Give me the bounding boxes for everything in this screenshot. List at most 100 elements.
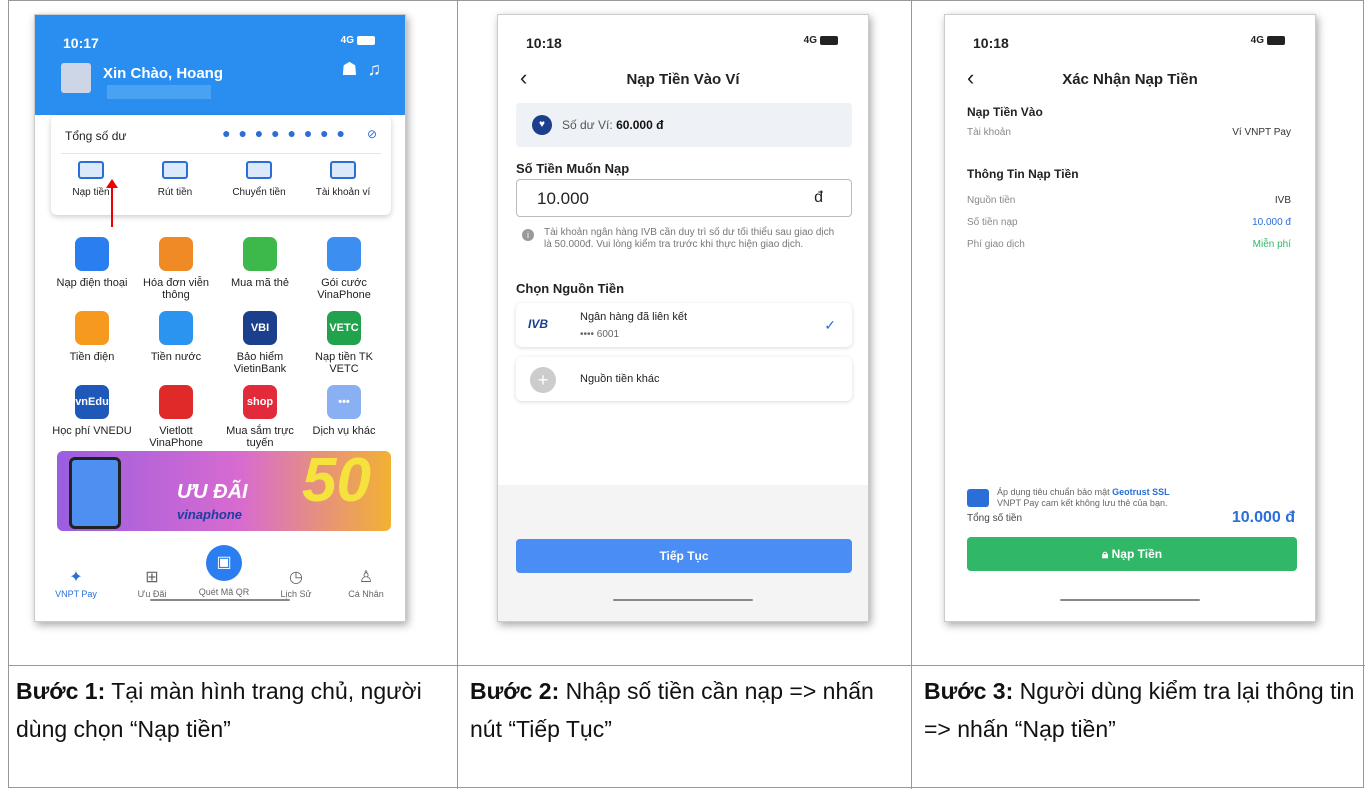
red-arrow-annotation: [106, 179, 118, 227]
service-label: Gói cước VinaPhone: [317, 277, 371, 301]
service-item[interactable]: Nạp điện thoại: [51, 237, 133, 289]
tab-label: Lịch Sử: [280, 589, 312, 599]
source-linked-bank[interactable]: IVB Ngân hàng đã liên kết •••• 6001 ✓: [516, 303, 852, 347]
amount-input[interactable]: 10.000 đ: [516, 179, 852, 217]
step-label: Bước 2:: [470, 678, 560, 704]
service-item[interactable]: Tiền nước: [135, 311, 217, 363]
service-item[interactable]: shop Mua sắm trực tuyến: [219, 385, 301, 449]
to-heading: Nạp Tiền Vào: [967, 105, 1043, 119]
tab-label: Quét Mã QR: [198, 587, 250, 597]
home-screen: 10:17 4G Xin Chào, Hoang ☗ ♫ Tổng số dư …: [34, 14, 406, 622]
service-item[interactable]: VBI Bảo hiểm VietinBank: [219, 311, 301, 375]
tab-vnpt-pay[interactable]: ✦ VNPT Pay: [41, 567, 111, 599]
tab-qr[interactable]: .Quét Mã QR: [189, 567, 259, 597]
service-item[interactable]: Hóa đơn viễn thông: [135, 237, 217, 301]
checkmark-icon: ✓: [824, 317, 836, 333]
service-label: Mua sắm trực tuyến: [226, 425, 294, 449]
tab-history[interactable]: ◷ Lịch Sử: [261, 567, 331, 599]
greeting-text: Xin Chào, Hoang: [103, 65, 223, 82]
total-row: Tổng số tiền 10.000 đ: [967, 509, 1295, 526]
quick-action-wallet-account[interactable]: Tài khoản ví: [303, 161, 383, 198]
quick-action-label: Rút tiền: [157, 187, 193, 198]
ssl-text: Áp dụng tiêu chuẩn bảo mật: [997, 487, 1113, 497]
account-row: Tài khoản Ví VNPT Pay: [967, 127, 1291, 138]
service-label: Nạp tiền TK VETC: [315, 351, 373, 375]
deposit-button[interactable]: 🔒︎ Nạp Tiền: [967, 537, 1297, 571]
wallet-balance-value: 60.000 đ: [616, 118, 664, 132]
row-label: Nguồn tiền: [967, 195, 1016, 206]
service-item[interactable]: VETC Nạp tiền TK VETC: [303, 311, 385, 375]
step-label: Bước 3:: [924, 678, 1014, 704]
network-type: 4G: [340, 35, 354, 46]
quick-action-label: Chuyển tiền: [232, 187, 286, 198]
service-label: Mua mã thẻ: [230, 277, 290, 289]
service-item[interactable]: Gói cước VinaPhone: [303, 237, 385, 301]
battery-icon: [357, 35, 375, 45]
service-label: Nạp điện thoại: [56, 277, 128, 289]
quick-action-label: Nạp tiền: [72, 187, 110, 198]
ivb-logo: IVB: [528, 317, 549, 331]
service-item[interactable]: ••• Dịch vụ khác: [303, 385, 385, 437]
service-label: Dịch vụ khác: [312, 425, 376, 437]
withdraw-icon: [162, 161, 188, 179]
service-item[interactable]: Vietlott VinaPhone: [135, 385, 217, 449]
quick-action-withdraw[interactable]: Rút tiền: [135, 161, 215, 198]
avatar[interactable]: [61, 63, 91, 93]
quick-action-deposit[interactable]: Nạp tiền: [51, 161, 131, 198]
balance-card: Tổng số dư ● ● ● ● ● ● ● ● ⊘ Nạp tiền Rú…: [51, 115, 391, 215]
service-item[interactable]: Mua mã thẻ: [219, 237, 301, 289]
row-label: Tài khoản: [967, 127, 1011, 138]
source-other[interactable]: + Nguồn tiền khác: [516, 357, 852, 401]
bell-icon[interactable]: ♫: [368, 59, 382, 79]
deposit-button-label: Nạp Tiền: [1111, 547, 1163, 561]
electricity-icon: [75, 311, 109, 345]
shop-icon: shop: [243, 385, 277, 419]
caption-step-3: Bước 3: Người dùng kiểm tra lại thông ti…: [924, 672, 1360, 748]
status-bar: 10:18 4G: [498, 15, 868, 55]
service-item[interactable]: Tiền điện: [51, 311, 133, 363]
continue-button[interactable]: Tiếp Tục: [516, 539, 852, 573]
vinaphone-icon: [327, 237, 361, 271]
more-services-icon: •••: [327, 385, 361, 419]
phone-topup-icon: [75, 237, 109, 271]
tab-profile[interactable]: ♙ Cá Nhân: [331, 567, 401, 599]
wallet-heart-icon: ♥: [532, 115, 552, 135]
service-label: Bảo hiểm VietinBank: [233, 351, 287, 375]
row-value: 10.000 đ: [1252, 217, 1291, 228]
page-title: Xác Nhận Nạp Tiền: [1062, 71, 1198, 88]
tab-offers[interactable]: ⊞ Ưu Đãi: [117, 567, 187, 599]
wallet-label: Số dư Ví:: [562, 118, 617, 132]
total-value: 10.000 đ: [1231, 509, 1295, 526]
members-icon[interactable]: ☗: [341, 59, 357, 79]
bottom-tab-bar: ✦VNPT Pay ⊞Ưu Đãi ▣ .Quét Mã QR ◷Lịch Sử…: [35, 545, 405, 599]
info-heading: Thông Tin Nạp Tiền: [967, 167, 1079, 181]
vbi-insurance-icon: VBI: [243, 311, 277, 345]
signal-indicator: 4G: [341, 35, 375, 46]
row-value: Miễn phí: [1252, 239, 1291, 250]
plus-icon: +: [530, 367, 556, 393]
source-account: •••• 6001: [580, 329, 620, 340]
confirm-screen: 10:18 4G ‹ Xác Nhận Nạp Tiền Nạp Tiền Và…: [944, 14, 1316, 622]
ssl-notice: Áp dụng tiêu chuẩn bảo mật Geotrust SSL …: [967, 487, 1287, 509]
tab-label: Ưu Đãi: [137, 589, 167, 599]
row-value: IVB: [1274, 195, 1291, 206]
row-value: Ví VNPT Pay: [1232, 127, 1291, 138]
step-label: Bước 1:: [16, 678, 106, 704]
wallet-balance-text: Số dư Ví: 60.000 đ: [562, 118, 663, 132]
service-label: Tiền điện: [69, 351, 115, 363]
quick-action-transfer[interactable]: Chuyển tiền: [219, 161, 299, 198]
battery-icon: [1267, 35, 1285, 45]
signal-indicator: 4G: [1251, 35, 1285, 46]
telecom-bill-icon: [159, 237, 193, 271]
signal-indicator: 4G: [804, 35, 838, 46]
banner-title: ƯU ĐÃI: [177, 481, 248, 503]
network-type: 4G: [1250, 35, 1264, 46]
bottom-area: Tiếp Tục: [498, 485, 868, 621]
service-item[interactable]: vnEdu Học phí VNEDU: [51, 385, 133, 437]
promo-banner[interactable]: ƯU ĐÃI vinaphone 50: [57, 451, 391, 531]
status-time: 10:17: [63, 35, 99, 51]
amount-unit: đ: [814, 189, 823, 206]
wallet-balance-box: ♥ Số dư Ví: 60.000 đ: [516, 103, 852, 147]
eye-hidden-icon[interactable]: ⊘: [367, 127, 377, 141]
row-label: Số tiền nạp: [967, 217, 1018, 228]
